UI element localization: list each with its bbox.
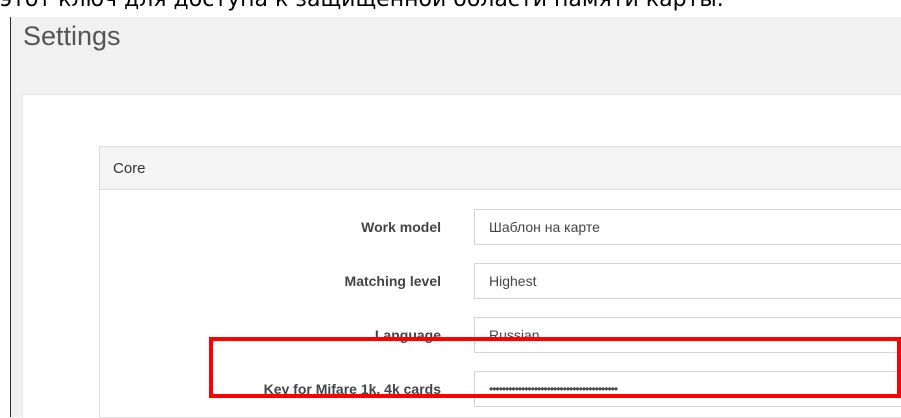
highlight-box: [209, 337, 901, 398]
work-model-field[interactable]: Шаблон на карте: [474, 209, 901, 245]
matching-level-label: Matching level: [344, 273, 441, 289]
caption-text: этот ключ для доступа к защищенной облас…: [0, 0, 901, 15]
page-title: Settings: [23, 21, 121, 51]
matching-level-row: Matching level Highest: [100, 263, 901, 299]
core-panel-header: Core: [100, 147, 901, 190]
matching-level-field[interactable]: Highest: [474, 263, 901, 299]
work-model-row: Work model Шаблон на карте: [100, 209, 901, 245]
work-model-label: Work model: [361, 219, 441, 235]
